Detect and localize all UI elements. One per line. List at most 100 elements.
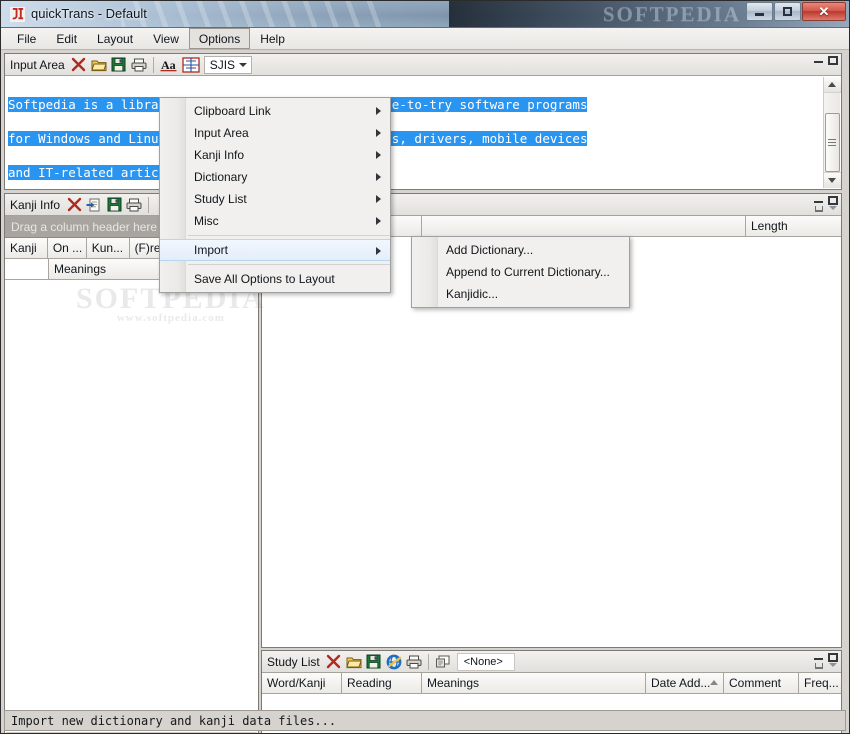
toolbar-separator — [152, 56, 154, 73]
menu-item-append-to-current-dictionary[interactable]: Append to Current Dictionary... — [412, 261, 629, 283]
menu-item-misc[interactable]: Misc — [160, 210, 390, 232]
panel-maximize-icon[interactable] — [828, 653, 838, 662]
input-text-editor[interactable]: Softpedia is a library of over 400,000 f… — [6, 77, 840, 188]
submenu-arrow-icon — [376, 151, 381, 159]
column-comment[interactable]: Comment — [724, 673, 799, 694]
column-date-added[interactable]: Date Add... — [646, 673, 724, 694]
scroll-up-button[interactable] — [823, 77, 841, 94]
svg-text:Aa: Aa — [161, 58, 176, 72]
panel-maximize-icon[interactable] — [828, 56, 838, 65]
submenu-arrow-icon — [376, 129, 381, 137]
menu-edit[interactable]: Edit — [46, 28, 87, 49]
submenu-arrow-icon — [376, 247, 381, 255]
column-entry[interactable] — [422, 216, 746, 237]
column-kun-reading[interactable]: Kun... — [86, 238, 130, 259]
maximize-icon — [783, 7, 792, 16]
submenu-arrow-icon — [376, 173, 381, 181]
clear-icon[interactable] — [64, 196, 84, 214]
open-folder-icon[interactable] — [89, 56, 109, 74]
column-reading[interactable]: Reading — [342, 673, 422, 694]
font-icon[interactable]: Aa — [158, 56, 180, 74]
status-bar-text: Import new dictionary and kanji data fil… — [11, 713, 337, 728]
study-list-selector[interactable]: <None> — [456, 652, 515, 671]
window-controls: ✕ — [746, 2, 846, 21]
menu-view[interactable]: View — [143, 28, 189, 49]
titlebar-streaks — [121, 1, 381, 27]
kanji-info-grid-body[interactable] — [5, 280, 258, 732]
window-title: quickTrans - Default — [31, 6, 147, 21]
options-dropdown-menu: Clipboard Link Input Area Kanji Info Dic… — [159, 97, 391, 293]
encoding-dropdown[interactable]: SJIS — [203, 55, 252, 74]
column-meanings[interactable]: Meanings — [422, 673, 646, 694]
caret-up-icon — [828, 82, 836, 88]
menu-item-dictionary[interactable]: Dictionary — [160, 166, 390, 188]
close-button[interactable]: ✕ — [802, 2, 846, 21]
menu-item-input-area[interactable]: Input Area — [160, 122, 390, 144]
scroll-down-button[interactable] — [823, 171, 841, 188]
study-list-panel-subcontrols — [815, 663, 837, 669]
kanji-grid-icon[interactable] — [180, 56, 202, 74]
print-icon[interactable] — [124, 196, 144, 214]
dictionary-panel-subcontrols — [815, 206, 837, 212]
menu-item-add-dictionary[interactable]: Add Dictionary... — [412, 239, 629, 261]
study-list-toolbar: Study List <None> — [262, 651, 841, 673]
panel-maximize-icon[interactable] — [828, 196, 838, 205]
menu-item-import[interactable]: Import — [160, 239, 390, 261]
browser-icon[interactable] — [384, 653, 404, 671]
chevron-down-icon[interactable] — [829, 663, 837, 667]
print-icon[interactable] — [129, 56, 149, 74]
toolbar-separator — [427, 653, 429, 670]
menu-bar: File Edit Layout View Options Help — [1, 28, 849, 50]
export-icon[interactable] — [84, 196, 104, 214]
column-length[interactable]: Length — [746, 216, 841, 237]
save-icon[interactable] — [109, 56, 129, 74]
dictionary-panel-controls — [814, 196, 838, 205]
panel-minimize-icon[interactable] — [814, 56, 823, 64]
menu-item-clipboard-link[interactable]: Clipboard Link — [160, 100, 390, 122]
clear-icon[interactable] — [324, 653, 344, 671]
input-area-vertical-scrollbar[interactable] — [823, 77, 841, 188]
menu-item-kanji-info[interactable]: Kanji Info — [160, 144, 390, 166]
import-submenu: Add Dictionary... Append to Current Dict… — [411, 236, 630, 308]
close-icon: ✕ — [818, 4, 830, 19]
scroll-thumb[interactable] — [824, 113, 840, 172]
input-area-title: Input Area — [10, 57, 65, 72]
clear-icon[interactable] — [69, 56, 89, 74]
menu-item-study-list[interactable]: Study List — [160, 188, 390, 210]
menu-item-kanjidic[interactable]: Kanjidic... — [412, 283, 629, 305]
submenu-arrow-icon — [376, 107, 381, 115]
client-area: SOFTPEDIA www.softpedia.com Input Area — [1, 50, 849, 733]
column-frequency[interactable]: Freq... — [799, 673, 841, 694]
menu-help[interactable]: Help — [250, 28, 295, 49]
menu-file[interactable]: File — [7, 28, 46, 49]
menu-layout[interactable]: Layout — [87, 28, 143, 49]
menu-options[interactable]: Options — [188, 28, 251, 49]
study-list-selected-value: <None> — [463, 655, 503, 668]
print-icon[interactable] — [404, 653, 424, 671]
save-icon[interactable] — [364, 653, 384, 671]
study-list-panel-controls — [814, 653, 838, 662]
sort-ascending-icon — [710, 680, 718, 685]
panel-minimize-icon[interactable] — [814, 196, 823, 204]
app-icon — [10, 7, 25, 22]
maximize-button[interactable] — [774, 2, 801, 21]
submenu-arrow-icon — [376, 195, 381, 203]
column-word-kanji[interactable]: Word/Kanji — [262, 673, 342, 694]
menu-item-save-all-options[interactable]: Save All Options to Layout — [160, 268, 390, 290]
flashcards-icon[interactable] — [433, 653, 453, 671]
panel-minimize-icon[interactable] — [814, 653, 823, 661]
input-area-panel-controls — [814, 56, 838, 65]
pin-icon[interactable] — [815, 206, 823, 212]
save-icon[interactable] — [104, 196, 124, 214]
title-bar: SOFTPEDIA quickTrans - Default ✕ — [1, 1, 849, 28]
chevron-down-icon[interactable] — [829, 206, 837, 210]
input-area-body: Softpedia is a library of over 400,000 f… — [5, 76, 841, 189]
minimize-button[interactable] — [746, 2, 773, 21]
minimize-icon — [755, 13, 764, 16]
open-folder-icon[interactable] — [344, 653, 364, 671]
softpedia-watermark-title: SOFTPEDIA — [602, 2, 741, 26]
column-on-reading[interactable]: On ... — [47, 238, 87, 259]
status-bar: Import new dictionary and kanji data fil… — [4, 710, 846, 731]
pin-icon[interactable] — [815, 663, 823, 669]
column-kanji[interactable]: Kanji — [5, 238, 48, 259]
